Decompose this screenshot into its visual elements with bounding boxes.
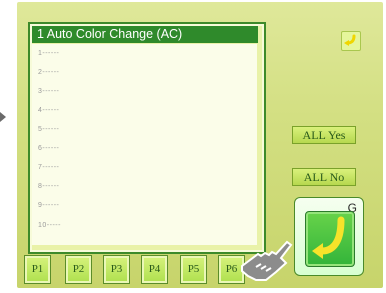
tab-p1[interactable]: P1 (24, 255, 51, 284)
hand-pointer-icon (241, 240, 293, 281)
panel-title: 1 Auto Color Change (AC) (32, 26, 258, 43)
list-item[interactable]: 3------ (38, 88, 59, 95)
g-button-face (305, 211, 355, 267)
list-item[interactable]: 9------ (38, 202, 59, 209)
option-list (32, 44, 257, 245)
return-arrow-icon (344, 34, 356, 46)
list-item[interactable]: 10----- (38, 222, 61, 229)
list-item[interactable]: 7------ (38, 164, 59, 171)
curved-arrow-icon (312, 216, 345, 259)
list-item[interactable]: 6------ (38, 145, 59, 152)
list-item[interactable]: 5------ (38, 126, 59, 133)
list-item[interactable]: 8------ (38, 183, 59, 190)
tab-p3[interactable]: P3 (103, 255, 130, 284)
tab-p4[interactable]: P4 (141, 255, 168, 284)
list-item[interactable]: 4------ (38, 107, 59, 114)
tab-p5[interactable]: P5 (180, 255, 207, 284)
all-no-button[interactable]: ALL No (292, 168, 356, 186)
triangle-right-icon (0, 112, 6, 122)
g-button[interactable]: G (294, 197, 364, 276)
tab-p2[interactable]: P2 (65, 255, 92, 284)
return-button[interactable] (341, 31, 361, 51)
all-yes-button[interactable]: ALL Yes (292, 126, 356, 144)
list-item[interactable]: 2------ (38, 69, 59, 76)
list-item[interactable]: 1------ (38, 50, 59, 57)
